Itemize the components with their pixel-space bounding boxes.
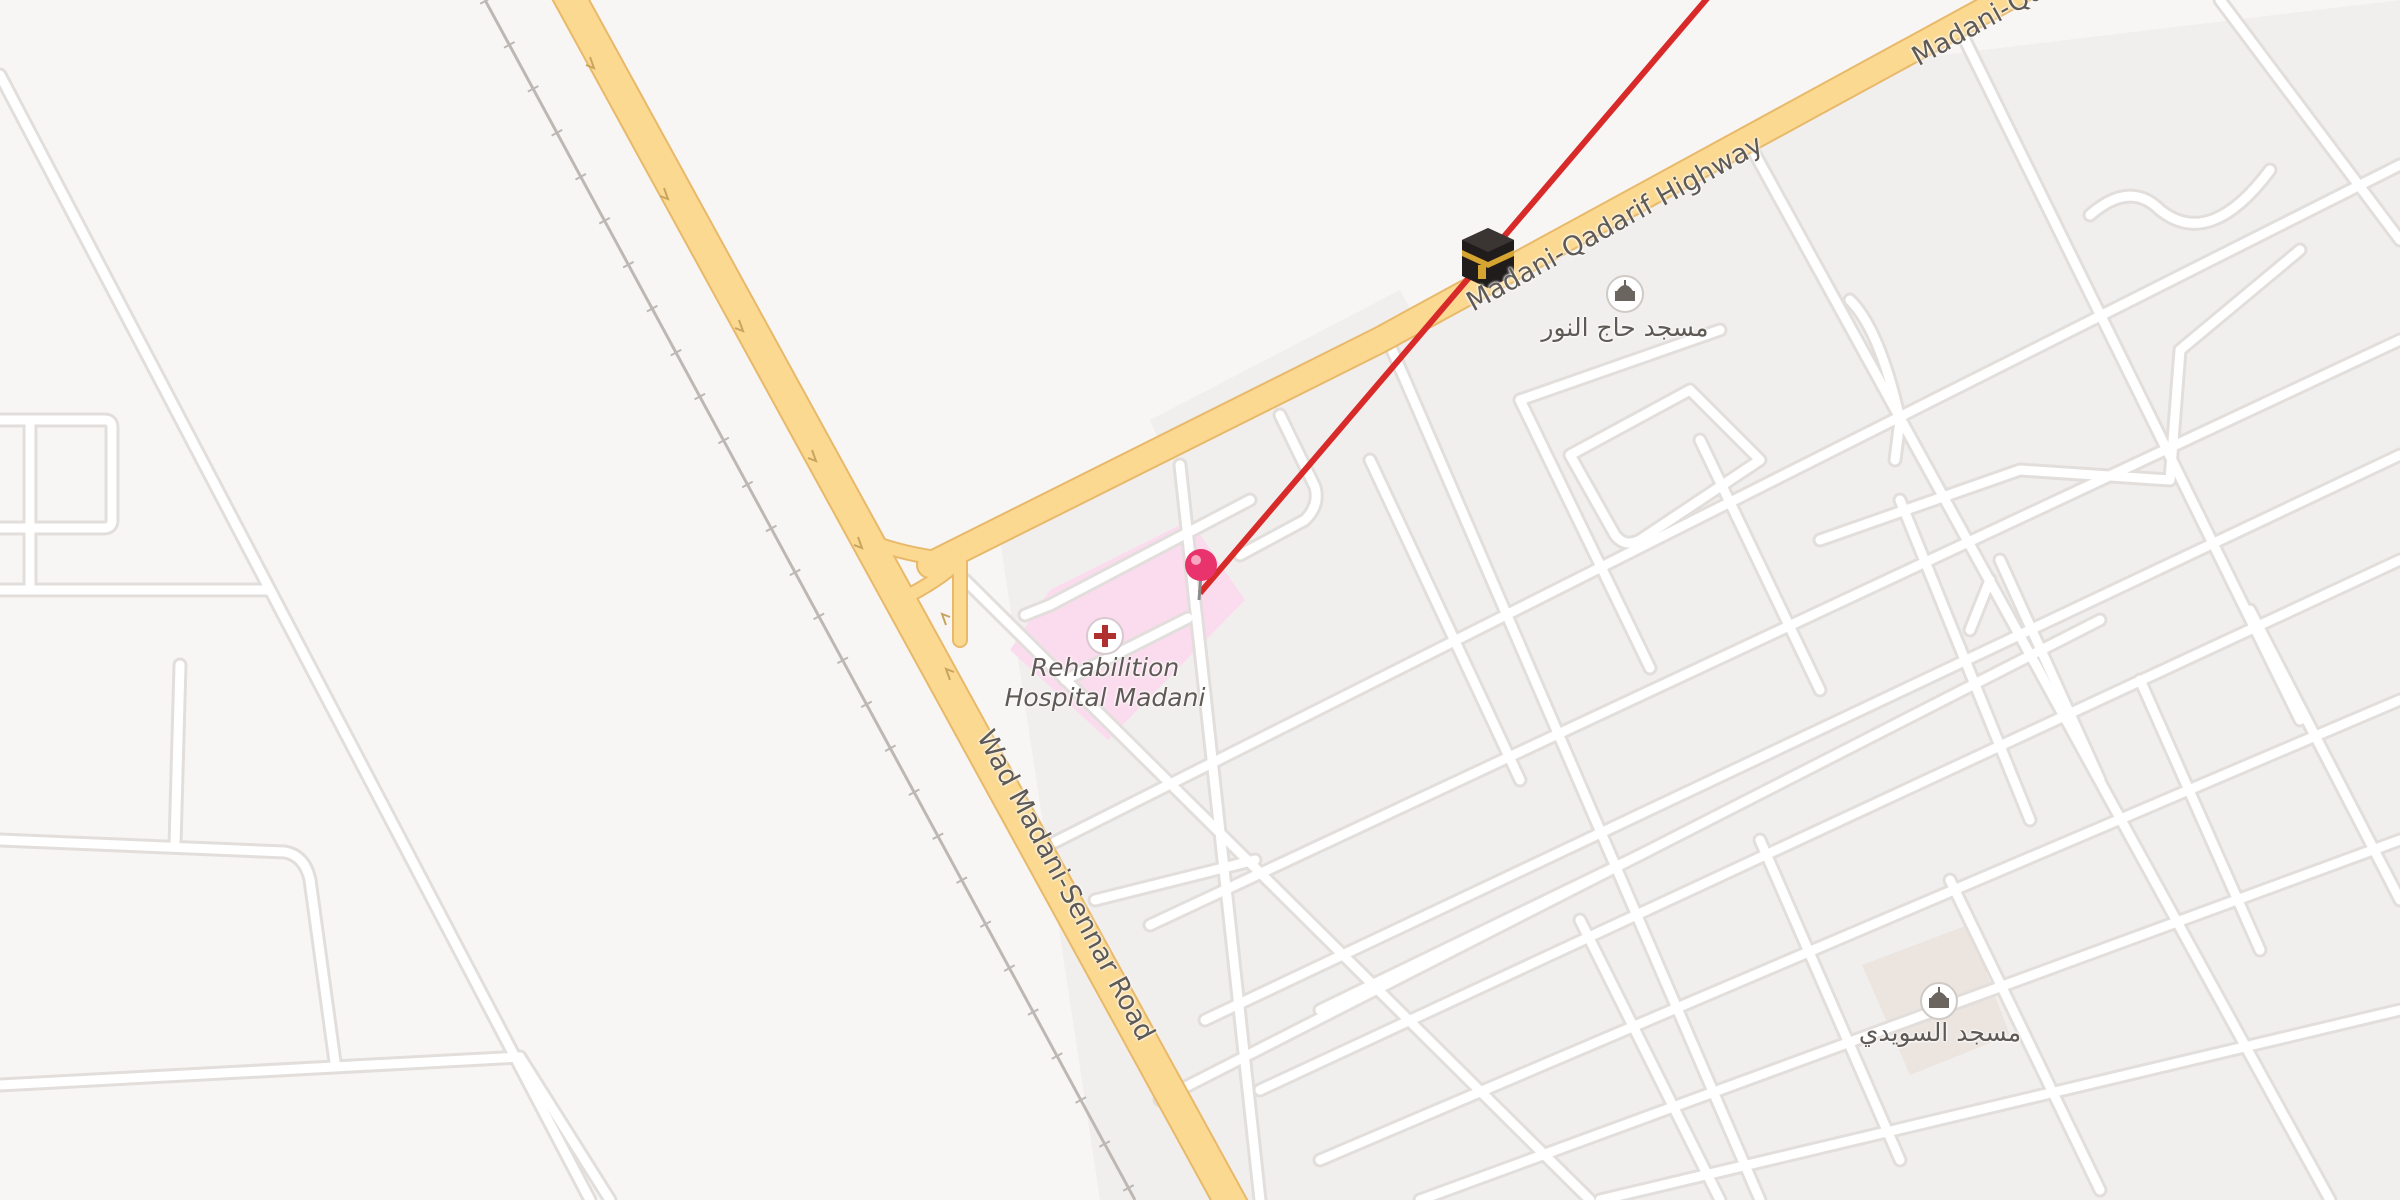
poi-label-mosque-alsuwaidi: مسجد السويدي	[1858, 1018, 2022, 1047]
mosque-icon[interactable]	[1920, 982, 1958, 1020]
poi-label-hospital-line2: Hospital Madani	[1004, 683, 1206, 712]
poi-label-hospital-line1: Rehabilition	[1030, 653, 1180, 682]
poi-label-mosque-haj-alnour: مسجد حاج النور	[1541, 313, 1709, 342]
map-canvas[interactable]	[0, 0, 2400, 1200]
hospital-cross-icon[interactable]	[1086, 617, 1124, 655]
mosque-icon[interactable]	[1606, 275, 1644, 313]
poi-label-hospital: Rehabilition Hospital Madani	[1005, 653, 1206, 713]
